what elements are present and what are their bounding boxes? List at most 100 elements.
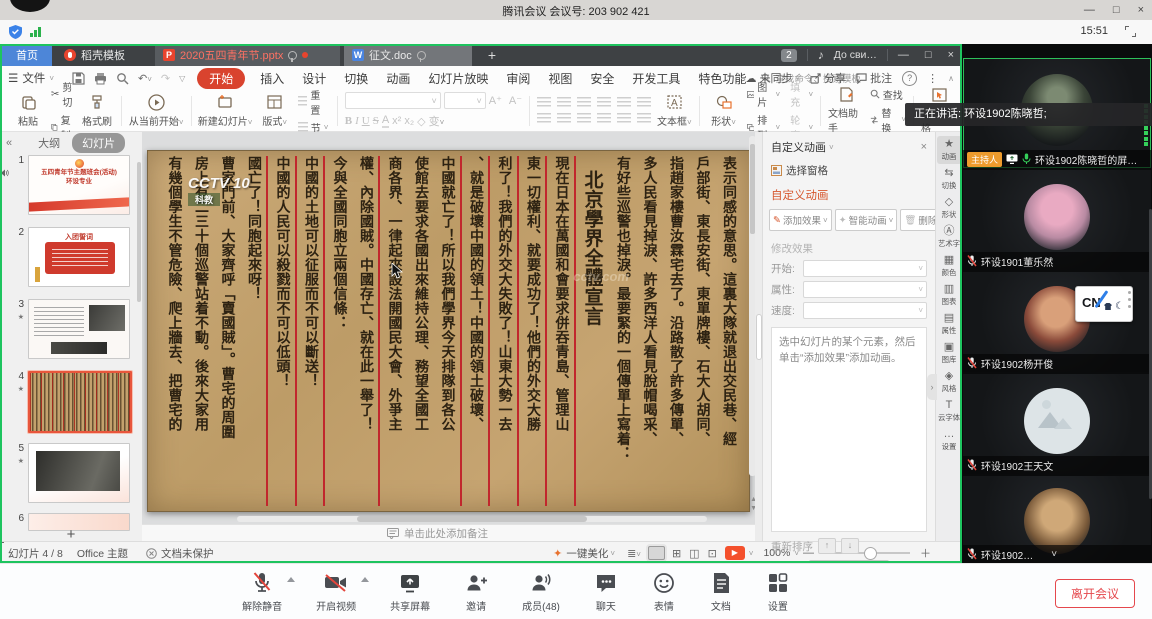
replace-button[interactable]: 替换˅ [870, 105, 906, 135]
notes-bar[interactable]: 单击此处添加备注 [142, 524, 758, 541]
music-widget[interactable]: До сви… [834, 49, 877, 61]
mic-options-caret[interactable] [287, 577, 295, 582]
pin-icon[interactable] [417, 51, 426, 60]
comment-button[interactable]: 批注 [856, 70, 892, 86]
participant-tile-2[interactable]: 环设1901董乐然 [963, 170, 1151, 270]
shapes-button[interactable]: 形状˅ [707, 94, 741, 128]
side-tool-button[interactable]: ▥ 图表 [937, 281, 962, 309]
play-from-current-button[interactable]: 从当前开始˅ [129, 94, 184, 128]
slide-panel-scrollbar[interactable] [137, 162, 141, 302]
text-direction-icon[interactable] [637, 97, 651, 108]
slide-thumbnail-3[interactable] [28, 299, 130, 359]
slide-thumbnail-4-selected[interactable] [28, 371, 132, 433]
add-slide-button[interactable]: + [0, 526, 142, 541]
pin-icon[interactable] [288, 51, 297, 60]
move-up-button[interactable]: ↑ [818, 538, 836, 554]
leave-meeting-button[interactable]: 离开会议 [1055, 579, 1135, 608]
cut-button[interactable]: ✂ 剪切 [51, 79, 74, 109]
property-combo[interactable]: ˅ [803, 281, 927, 298]
minimize-icon[interactable]: — [1084, 4, 1095, 16]
side-tool-button[interactable]: T 云字体 [937, 397, 962, 425]
slide-thumbnail-1[interactable]: 五四青年节主题班会(活动)环设专业 [28, 155, 130, 215]
tab-home[interactable]: 首页 [2, 44, 52, 66]
wps-minimize-icon[interactable]: — [898, 49, 909, 61]
wps-restore-icon[interactable]: □ [925, 49, 932, 61]
format-painter-button[interactable]: 格式刷 [80, 94, 114, 128]
maximize-icon[interactable]: □ [1113, 4, 1120, 16]
newspaper-slide[interactable]: 表示同感的意思。這裏大隊就退出交民巷、經戶部街、東長安街、東單牌樓、石大人胡同、… [147, 150, 750, 512]
panel-switch-caret[interactable]: ˅ [829, 143, 834, 152]
chat-button[interactable]: 聊天 [594, 571, 618, 613]
toolbar-options-icon[interactable]: ▽ [179, 74, 185, 83]
side-tool-button[interactable]: … 设置 [937, 426, 962, 454]
members-button[interactable]: 成员(48) [522, 571, 560, 613]
wps-close-icon[interactable]: × [948, 49, 954, 61]
participant-tile-5[interactable]: 环设1902… ˅ [963, 476, 1151, 563]
notes-toggle-icon[interactable]: ≣˅ [627, 547, 641, 560]
more-icon[interactable]: ⋮ [927, 72, 938, 85]
selection-pane-link[interactable]: 选择窗格 [763, 155, 935, 178]
menu-item[interactable]: 设计 [293, 72, 335, 86]
side-tool-button[interactable]: ▦ 颜色 [937, 252, 962, 280]
fill-button[interactable]: 填充˅ [790, 79, 813, 109]
participant-tile-3[interactable]: CN ☾ 环设1902杨开俊 [963, 272, 1151, 372]
undo-icon[interactable]: ↶˅ [138, 72, 152, 85]
anim-panel-scrollbar[interactable] [755, 132, 762, 541]
smart-animation-button[interactable]: ✦智能动画˅ [835, 209, 898, 231]
menu-item[interactable]: 幻灯片放映 [419, 72, 497, 86]
paste-button[interactable]: 粘贴 [11, 94, 45, 128]
menu-item[interactable]: 开发工具 [623, 72, 689, 86]
menu-item[interactable]: 插入 [251, 72, 293, 86]
slide-thumbnail-5[interactable] [28, 443, 130, 503]
slideshow-play-button[interactable]: ▶ [725, 546, 745, 560]
reading-view-icon[interactable]: ◫ [689, 547, 699, 560]
close-icon[interactable]: × [1138, 4, 1144, 16]
tab-outline[interactable]: 大纲 [38, 135, 60, 151]
menu-item[interactable]: 安全 [581, 72, 623, 86]
text-effects-button[interactable]: 变˅ [429, 113, 445, 129]
add-effect-button[interactable]: ✎添加效果˅ [769, 209, 832, 231]
protect-label[interactable]: 文档未保护 [161, 546, 214, 561]
fit-slide-icon[interactable] [941, 548, 952, 559]
collapse-ribbon-icon[interactable]: ∧ [948, 74, 954, 83]
normal-view-button[interactable] [648, 546, 665, 560]
tab-docker-templates[interactable]: 稻壳模板 [56, 44, 151, 66]
subscript-button[interactable]: x₂ [404, 115, 414, 127]
find-button[interactable]: 查找 [870, 87, 906, 102]
fullscreen-icon[interactable] [1125, 26, 1136, 37]
docs-button[interactable]: 文档 [710, 571, 732, 613]
share-screen-button[interactable]: 共享屏幕 [390, 571, 430, 613]
sorter-view-icon[interactable]: ⊞ [672, 547, 681, 560]
slide-canvas[interactable]: 表示同感的意思。這裏大隊就退出交民巷、經戶部街、東長安街、東單牌樓、石大人胡同、… [142, 132, 758, 524]
line-spacing-icon[interactable] [617, 97, 631, 108]
panel-close-icon[interactable]: × [921, 141, 927, 153]
video-options-caret[interactable] [361, 577, 369, 582]
canvas-hscrollbar[interactable] [237, 516, 707, 522]
reset-button[interactable]: 重置 [298, 87, 330, 117]
align-center-icon[interactable] [557, 113, 571, 124]
menu-item[interactable]: 审阅 [497, 72, 539, 86]
align-right-icon[interactable] [577, 113, 591, 124]
font-size-combo[interactable]: ˅ [444, 92, 486, 109]
invite-button[interactable]: 邀请 [464, 571, 488, 613]
settings-button[interactable]: 设置 [766, 571, 790, 613]
italic-button[interactable]: I [355, 115, 359, 127]
theme-label[interactable]: Office 主题 [77, 546, 128, 561]
side-tool-button[interactable]: ⇆ 切换 [937, 165, 962, 193]
tab-document[interactable]: W 征文.doc [344, 44, 472, 66]
side-tool-button[interactable]: ▤ 属性 [937, 310, 962, 338]
move-down-button[interactable]: ↓ [841, 538, 859, 554]
strip-expand-handle[interactable]: › [927, 374, 937, 400]
align-left-icon[interactable] [537, 113, 551, 124]
redo-icon[interactable]: ↷ [161, 72, 170, 85]
menu-item[interactable]: 动画 [377, 72, 419, 86]
beautify-button[interactable]: 一键美化 [566, 546, 608, 561]
font-family-combo[interactable]: ˅ [345, 92, 441, 109]
columns-icon[interactable] [637, 113, 651, 124]
side-tool-button[interactable]: ★ 动画 [937, 136, 962, 164]
font-increase-button[interactable]: A⁺ [489, 94, 502, 107]
slide-thumbnail-2[interactable]: 入团誓词 [28, 227, 130, 287]
font-color-button[interactable]: A [382, 114, 389, 128]
handout-view-icon[interactable]: ⊡ [708, 547, 717, 560]
help-icon[interactable]: ? [902, 71, 917, 86]
